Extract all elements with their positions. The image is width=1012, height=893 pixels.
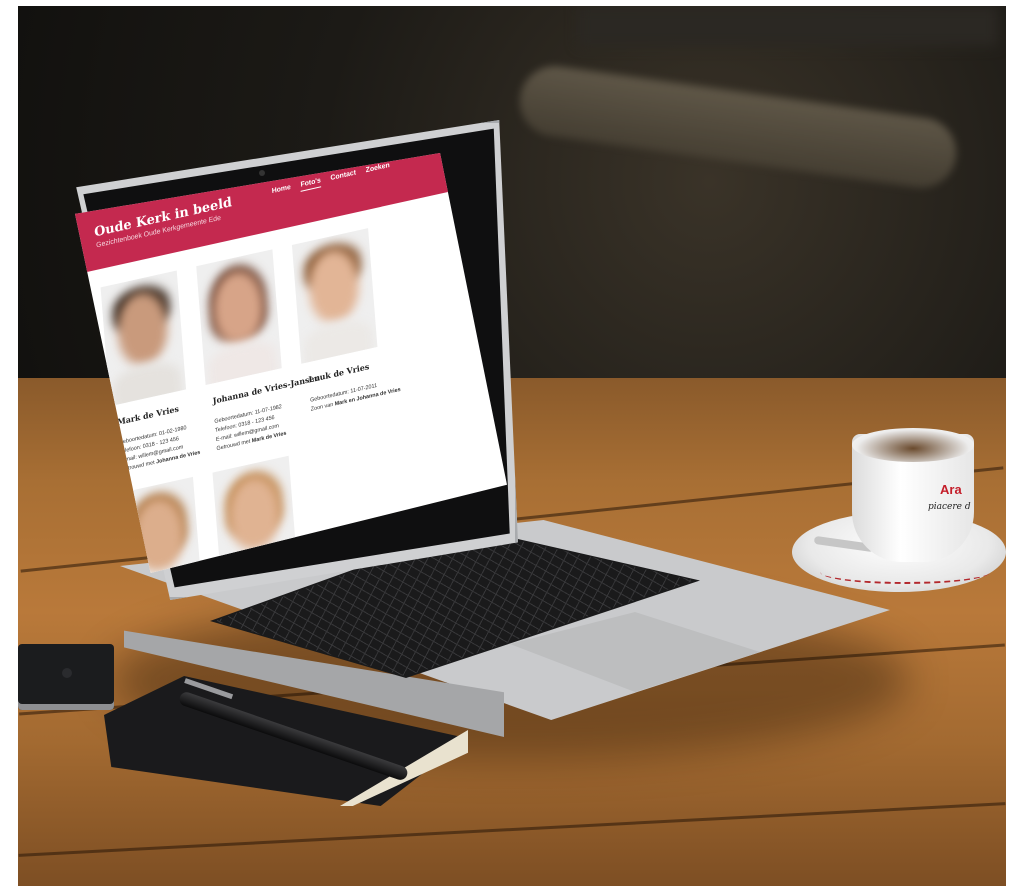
nav-fotos[interactable]: Foto's <box>300 177 322 192</box>
background-rail <box>515 61 961 193</box>
shirt-blur <box>111 357 183 407</box>
background-blur-shape <box>578 6 998 46</box>
webcam-icon <box>259 170 265 176</box>
nav-home[interactable]: Home <box>272 184 292 198</box>
plank-seam <box>18 802 1006 857</box>
photo-scene: Oude Kerk in beeld Gezichtenboek Oude Ke… <box>0 0 1012 893</box>
person-name[interactable]: Luuk de Vries <box>308 361 369 385</box>
shirt-blur <box>302 315 375 364</box>
saucer-stripe <box>820 560 990 584</box>
phone-camera-icon <box>62 668 72 678</box>
person-photo[interactable] <box>291 228 378 364</box>
shirt-blur <box>206 336 279 385</box>
cup-script: piacere d <box>928 502 971 512</box>
nav-contact[interactable]: Contact <box>330 169 356 185</box>
coffee-cup-rim <box>852 428 974 462</box>
person-photo[interactable] <box>196 249 282 385</box>
cup-brand: Ara <box>940 482 962 497</box>
person-photo[interactable] <box>100 270 187 407</box>
person-name[interactable]: Mark de Vries <box>117 403 179 427</box>
